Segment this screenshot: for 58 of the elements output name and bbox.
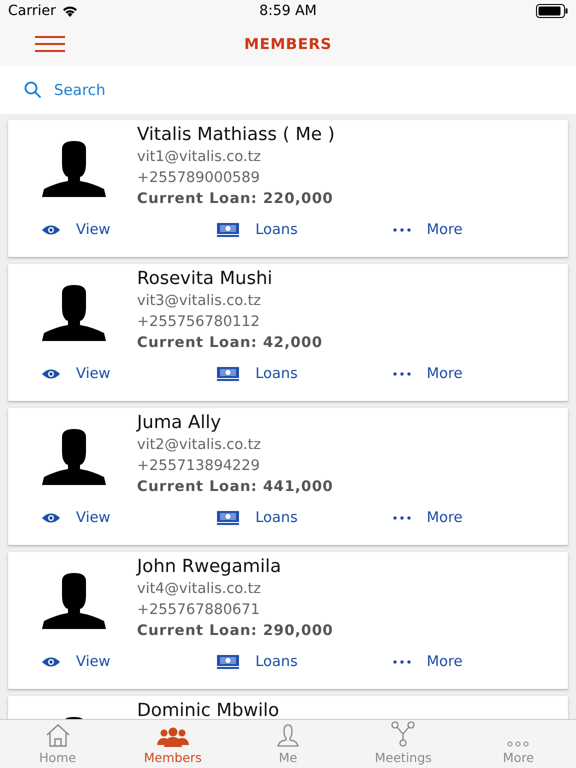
action-link[interactable]: More xyxy=(426,366,463,382)
member-email: vit2@vitalis.co.tz xyxy=(137,436,262,455)
member-name: Dominic Mbwilo xyxy=(137,699,280,719)
search-field[interactable]: Search xyxy=(52,80,256,100)
more-dots-icon xyxy=(392,228,411,232)
eye-icon xyxy=(42,657,60,667)
eye-icon xyxy=(42,513,60,523)
search-icon xyxy=(24,81,42,99)
more-dots-icon xyxy=(392,516,411,520)
current-loan: Current Loan: 290,000 xyxy=(137,622,334,641)
action-link[interactable]: View xyxy=(76,222,110,238)
member-phone: +255789000589 xyxy=(137,169,261,188)
member-email: vit3@vitalis.co.tz xyxy=(137,292,262,311)
more-dots-icon xyxy=(392,660,411,664)
people-icon xyxy=(156,727,189,747)
more-icon xyxy=(507,741,530,747)
action-link[interactable]: Loans xyxy=(255,510,298,526)
tab-item[interactable]: Members xyxy=(115,720,230,768)
member-name: John Rwegamila xyxy=(137,555,282,579)
avatar-silhouette-icon xyxy=(42,573,106,629)
action-link[interactable]: More xyxy=(426,510,463,526)
wifi-icon xyxy=(62,5,78,17)
action-link[interactable]: Loans xyxy=(255,654,298,670)
action-link[interactable]: View xyxy=(76,366,110,382)
clock-time: 8:59 AM xyxy=(258,3,318,19)
current-loan: Current Loan: 220,000 xyxy=(137,190,334,209)
action-link[interactable]: Loans xyxy=(255,366,298,382)
avatar-silhouette-icon xyxy=(42,285,106,341)
more-dots-icon xyxy=(392,372,411,376)
menu-icon[interactable] xyxy=(35,36,65,52)
branch-icon xyxy=(390,721,416,747)
battery-icon xyxy=(536,4,568,18)
banknote-icon xyxy=(217,655,240,669)
member-name: Juma Ally xyxy=(137,411,222,435)
action-link[interactable]: Loans xyxy=(255,222,298,238)
avatar-silhouette-icon xyxy=(42,429,106,485)
member-email: vit1@vitalis.co.tz xyxy=(137,148,262,167)
banknote-icon xyxy=(217,367,240,381)
member-phone: +255713894229 xyxy=(137,457,261,476)
banknote-icon xyxy=(217,223,240,237)
person-icon xyxy=(277,723,299,747)
action-link[interactable]: More xyxy=(426,654,463,670)
carrier-label: Carrier xyxy=(8,3,56,19)
eye-icon xyxy=(42,225,60,235)
avatar-silhouette-icon xyxy=(42,141,106,197)
screen-title: MEMBERS xyxy=(243,35,333,53)
member-phone: +255756780112 xyxy=(137,313,261,332)
member-phone: +255767880671 xyxy=(137,601,261,620)
action-link[interactable]: View xyxy=(76,510,110,526)
member-email: vit4@vitalis.co.tz xyxy=(137,580,262,599)
action-link[interactable]: More xyxy=(426,222,463,238)
current-loan: Current Loan: 42,000 xyxy=(137,334,323,353)
action-link[interactable]: View xyxy=(76,654,110,670)
member-name: Rosevita Mushi xyxy=(137,267,274,291)
member-name: Vitalis Mathiass ( Me ) xyxy=(137,123,335,147)
current-loan: Current Loan: 441,000 xyxy=(137,478,334,497)
eye-icon xyxy=(42,369,60,379)
banknote-icon xyxy=(217,511,240,525)
